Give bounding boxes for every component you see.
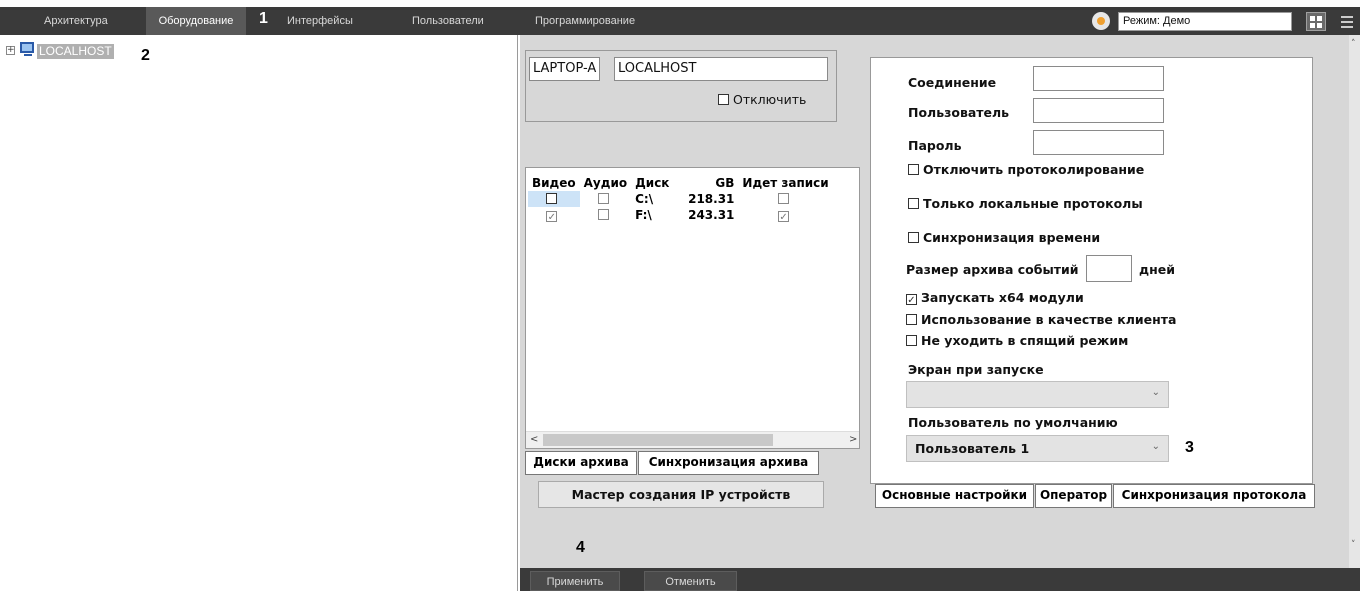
tree-node-localhost[interactable]: LOCALHOST [37, 44, 114, 59]
run-x64-checkbox[interactable]: ✓ Запускать x64 модули [906, 290, 1084, 306]
local-logs-box[interactable] [908, 198, 919, 209]
row1-gb: 218.31 [688, 192, 735, 206]
ip-wizard-button[interactable]: Мастер создания IP устройств [538, 481, 824, 508]
bottom-action-bar: Применить Отменить [520, 568, 1360, 591]
disable-checkbox-box[interactable] [718, 94, 729, 105]
computer-icon [20, 42, 34, 53]
callout-3: 3 [1185, 439, 1194, 456]
row2-audio-checkbox[interactable] [597, 209, 609, 220]
table-row[interactable]: ✓ F:\ 243.31 ✓ [528, 207, 833, 223]
connection-input[interactable] [1033, 66, 1164, 91]
time-sync-label: Синхронизация времени [923, 230, 1101, 245]
chevron-down-icon: ⌄ [1151, 441, 1160, 452]
server-group: LAPTOP-A LOCALHOST Отключить [525, 50, 837, 122]
settings-panel: LAPTOP-A LOCALHOST Отключить Видео Аудио… [520, 35, 1360, 568]
password-input[interactable] [1033, 130, 1164, 155]
use-as-client-label: Использование в качестве клиента [921, 312, 1177, 327]
horizontal-scrollbar[interactable]: < > [526, 431, 859, 448]
server-host-input[interactable]: LOCALHOST [614, 57, 828, 81]
disable-logging-label: Отключить протоколирование [923, 162, 1145, 177]
connection-label: Соединение [908, 75, 997, 90]
main-menu-bar: Архитектура Оборудование Интерфейсы Поль… [0, 7, 1360, 35]
scroll-thumb[interactable] [543, 434, 773, 446]
top-strip [0, 0, 1360, 7]
row2-gb: 243.31 [688, 208, 735, 222]
default-user-select[interactable]: Пользователь 1 ⌄ [906, 435, 1169, 462]
chevron-down-icon: ⌄ [1151, 387, 1160, 398]
col-recording: Идет записи [742, 176, 829, 190]
scroll-up-icon[interactable]: ˄ [1351, 39, 1356, 49]
time-sync-checkbox[interactable]: Синхронизация времени [908, 230, 1100, 245]
tree-divider [517, 35, 518, 591]
tab-archive-sync[interactable]: Синхронизация архива [638, 451, 819, 475]
mode-select[interactable]: Режим: Демо [1118, 12, 1292, 31]
callout-4: 4 [576, 539, 585, 556]
col-video: Видео [532, 176, 576, 190]
hardware-tree: + LOCALHOST 2 [0, 35, 520, 591]
local-logs-checkbox[interactable]: Только локальные протоколы [908, 196, 1143, 211]
cancel-button[interactable]: Отменить [644, 571, 737, 591]
default-user-label: Пользователь по умолчанию [908, 415, 1118, 430]
startup-screen-select[interactable]: ⌄ [906, 381, 1169, 408]
disable-logging-checkbox[interactable]: Отключить протоколирование [908, 162, 1144, 177]
scroll-right-icon[interactable]: > [849, 434, 857, 445]
expand-plus-icon[interactable]: + [6, 46, 15, 55]
no-sleep-box[interactable] [906, 335, 917, 346]
disable-server-label: Отключить [733, 92, 807, 107]
days-label: дней [1139, 262, 1175, 277]
row2-disk: F:\ [635, 208, 652, 222]
mode-gear-icon[interactable] [1092, 12, 1110, 30]
tab-archive-disks[interactable]: Диски архива [525, 451, 637, 475]
row1-audio-checkbox[interactable] [597, 193, 609, 204]
scroll-down-icon[interactable]: ˅ [1351, 540, 1356, 550]
menu-tab-programming[interactable]: Программирование [535, 7, 635, 35]
disable-server-checkbox[interactable]: Отключить [718, 92, 806, 107]
computer-stand-icon [24, 54, 32, 56]
no-sleep-label: Не уходить в спящий режим [921, 333, 1129, 348]
default-user-value: Пользователь 1 [915, 441, 1030, 456]
run-x64-box[interactable]: ✓ [906, 294, 917, 306]
basic-settings-panel: Соединение Пользователь Пароль Отключить… [870, 57, 1313, 484]
user-label: Пользователь [908, 105, 1010, 120]
time-sync-box[interactable] [908, 232, 919, 243]
server-short-name: LAPTOP-A [529, 57, 601, 81]
event-archive-size-label: Размер архива событий [906, 262, 1079, 277]
tab-log-sync[interactable]: Синхронизация протокола [1113, 484, 1315, 508]
row1-disk: C:\ [635, 192, 654, 206]
apply-button[interactable]: Применить [530, 571, 620, 591]
startup-screen-label: Экран при запуске [908, 362, 1044, 377]
user-input[interactable] [1033, 98, 1164, 123]
scroll-left-icon[interactable]: < [530, 434, 538, 445]
callout-1: 1 [259, 10, 268, 27]
archive-disks-table: Видео Аудио Диск GB Идет записи C:\ 218.… [525, 167, 860, 449]
tab-basic-settings[interactable]: Основные настройки [875, 484, 1034, 508]
menu-tab-architecture[interactable]: Архитектура [44, 7, 108, 35]
menu-tab-equipment[interactable]: Оборудование [146, 7, 246, 35]
row2-video-checkbox[interactable]: ✓ [546, 211, 558, 223]
password-label: Пароль [908, 138, 962, 153]
col-disk: Диск [635, 176, 670, 190]
table-row[interactable]: C:\ 218.31 [528, 191, 833, 207]
run-x64-label: Запускать x64 модули [921, 290, 1084, 305]
disable-logging-box[interactable] [908, 164, 919, 175]
event-archive-size-input[interactable] [1086, 255, 1132, 282]
layout-grid-icon[interactable] [1306, 12, 1326, 31]
row2-recording-checkbox[interactable]: ✓ [778, 211, 790, 223]
tab-operator[interactable]: Оператор [1035, 484, 1112, 508]
use-as-client-checkbox[interactable]: Использование в качестве клиента [906, 312, 1176, 327]
vertical-scrollbar[interactable]: ˄ ˅ [1349, 35, 1360, 568]
col-audio: Аудио [583, 176, 628, 190]
use-as-client-box[interactable] [906, 314, 917, 325]
table-header: Видео Аудио Диск GB Идет записи [528, 175, 833, 191]
menu-list-icon[interactable] [1338, 12, 1356, 31]
menu-tab-users[interactable]: Пользователи [412, 7, 484, 35]
menu-tab-interfaces[interactable]: Интерфейсы [287, 7, 353, 35]
local-logs-label: Только локальные протоколы [923, 196, 1143, 211]
row1-recording-checkbox[interactable] [778, 193, 790, 204]
row1-video-checkbox[interactable] [546, 193, 558, 204]
no-sleep-checkbox[interactable]: Не уходить в спящий режим [906, 333, 1128, 348]
callout-2: 2 [141, 47, 150, 64]
col-gb: GB [715, 176, 735, 190]
